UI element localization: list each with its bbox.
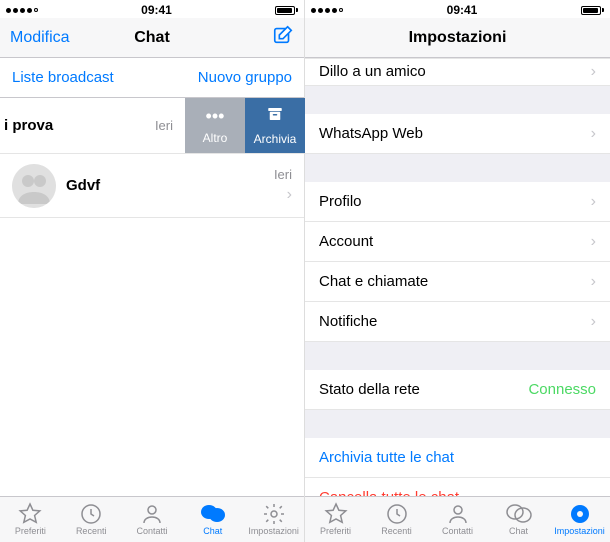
tab-bar: Preferiti Recenti Contatti Chat Impostaz… xyxy=(0,496,304,542)
compose-icon[interactable] xyxy=(272,24,294,51)
settings-notifications[interactable]: Notifiche › xyxy=(305,302,610,342)
chat-time: Ieri xyxy=(155,118,173,133)
tab-label: Contatti xyxy=(136,526,167,536)
archive-icon xyxy=(265,105,285,128)
network-status-value: Connesso xyxy=(528,381,596,398)
gear-icon xyxy=(262,503,286,525)
contact-icon xyxy=(140,503,164,525)
signal-dots xyxy=(311,8,343,13)
delete-all-chats-button[interactable]: Cancella tutte le chat xyxy=(305,478,610,496)
status-bar: 09:41 xyxy=(0,0,304,18)
new-group-button[interactable]: Nuovo gruppo xyxy=(198,69,292,86)
signal-dots xyxy=(6,8,38,13)
chevron-right-icon: › xyxy=(591,193,596,211)
chat-time: Ieri xyxy=(274,167,292,182)
settings-label: Archivia tutte le chat xyxy=(319,449,454,466)
chevron-right-icon: › xyxy=(591,125,596,143)
tab-chat[interactable]: Chat xyxy=(182,503,243,536)
chat-row-swiped[interactable]: i prova Ieri ••• Altro Archivia xyxy=(0,98,304,154)
status-time: 09:41 xyxy=(447,3,478,17)
settings-profile[interactable]: Profilo › xyxy=(305,182,610,222)
avatar xyxy=(12,164,56,208)
chevron-right-icon: › xyxy=(591,273,596,291)
tab-label: Recenti xyxy=(381,526,412,536)
settings-account[interactable]: Account › xyxy=(305,222,610,262)
settings-whatsapp-web[interactable]: WhatsApp Web › xyxy=(305,114,610,154)
settings-label: Dillo a un amico xyxy=(319,63,426,80)
left-screen: 09:41 Modifica Chat Liste broadcast Nuov… xyxy=(0,0,305,542)
chevron-right-icon: › xyxy=(591,233,596,251)
tab-favorites[interactable]: Preferiti xyxy=(0,503,61,536)
swipe-actions: ••• Altro Archivia xyxy=(185,98,305,153)
settings-label: Chat e chiamate xyxy=(319,273,428,290)
settings-chat-calls[interactable]: Chat e chiamate › xyxy=(305,262,610,302)
chevron-right-icon: › xyxy=(591,313,596,331)
archive-button[interactable]: Archivia xyxy=(245,98,305,153)
star-icon xyxy=(324,503,348,525)
battery-icon xyxy=(581,6,604,15)
status-time: 09:41 xyxy=(141,3,172,17)
settings-label: Profilo xyxy=(319,193,362,210)
tab-recents[interactable]: Recenti xyxy=(366,503,427,536)
settings-tell-friend[interactable]: Dillo a un amico › xyxy=(305,58,610,86)
broadcast-lists-button[interactable]: Liste broadcast xyxy=(12,69,114,86)
edit-button[interactable]: Modifica xyxy=(10,29,70,47)
settings-label: Cancella tutte le chat xyxy=(319,489,459,496)
gear-icon xyxy=(568,503,592,525)
tab-label: Chat xyxy=(509,526,528,536)
settings-label: WhatsApp Web xyxy=(319,125,423,142)
tab-label: Contatti xyxy=(442,526,473,536)
battery-icon xyxy=(275,6,298,15)
tab-label: Impostazioni xyxy=(554,526,605,536)
settings-label: Notifiche xyxy=(319,313,377,330)
chevron-right-icon: › xyxy=(591,63,596,81)
sub-bar: Liste broadcast Nuovo gruppo xyxy=(0,58,304,98)
tab-favorites[interactable]: Preferiti xyxy=(305,503,366,536)
archive-all-chats-button[interactable]: Archivia tutte le chat xyxy=(305,438,610,478)
contact-icon xyxy=(446,503,470,525)
chat-title: i prova xyxy=(4,117,155,134)
chat-title: Gdvf xyxy=(66,177,274,194)
chat-icon xyxy=(506,503,532,525)
settings-label: Stato della rete xyxy=(319,381,420,398)
tab-label: Impostazioni xyxy=(248,526,299,536)
clock-icon xyxy=(79,503,103,525)
more-label: Altro xyxy=(203,131,228,145)
settings-label: Account xyxy=(319,233,373,250)
status-bar: 09:41 xyxy=(305,0,610,18)
settings-list: Dillo a un amico › WhatsApp Web › Profil… xyxy=(305,58,610,496)
archive-label: Archivia xyxy=(254,132,297,146)
clock-icon xyxy=(385,503,409,525)
more-button[interactable]: ••• Altro xyxy=(185,98,245,153)
tab-settings[interactable]: Impostazioni xyxy=(243,503,304,536)
star-icon xyxy=(18,503,42,525)
tab-label: Chat xyxy=(203,526,222,536)
tab-settings[interactable]: Impostazioni xyxy=(549,503,610,536)
chat-icon xyxy=(200,503,226,525)
right-screen: 09:41 Impostazioni Dillo a un amico › Wh… xyxy=(305,0,610,542)
tab-contacts[interactable]: Contatti xyxy=(122,503,183,536)
page-title: Chat xyxy=(105,29,200,47)
settings-network-state[interactable]: Stato della rete Connesso xyxy=(305,370,610,410)
more-icon: ••• xyxy=(206,106,225,127)
chevron-right-icon: › xyxy=(287,186,292,204)
tab-contacts[interactable]: Contatti xyxy=(427,503,488,536)
tab-label: Preferiti xyxy=(320,526,351,536)
tab-label: Recenti xyxy=(76,526,107,536)
page-title: Impostazioni xyxy=(409,29,507,47)
tab-bar: Preferiti Recenti Contatti Chat Impostaz… xyxy=(305,496,610,542)
nav-bar: Modifica Chat xyxy=(0,18,304,58)
tab-chat[interactable]: Chat xyxy=(488,503,549,536)
nav-bar: Impostazioni xyxy=(305,18,610,58)
tab-label: Preferiti xyxy=(15,526,46,536)
tab-recents[interactable]: Recenti xyxy=(61,503,122,536)
chat-row[interactable]: Gdvf Ieri › xyxy=(0,154,304,218)
